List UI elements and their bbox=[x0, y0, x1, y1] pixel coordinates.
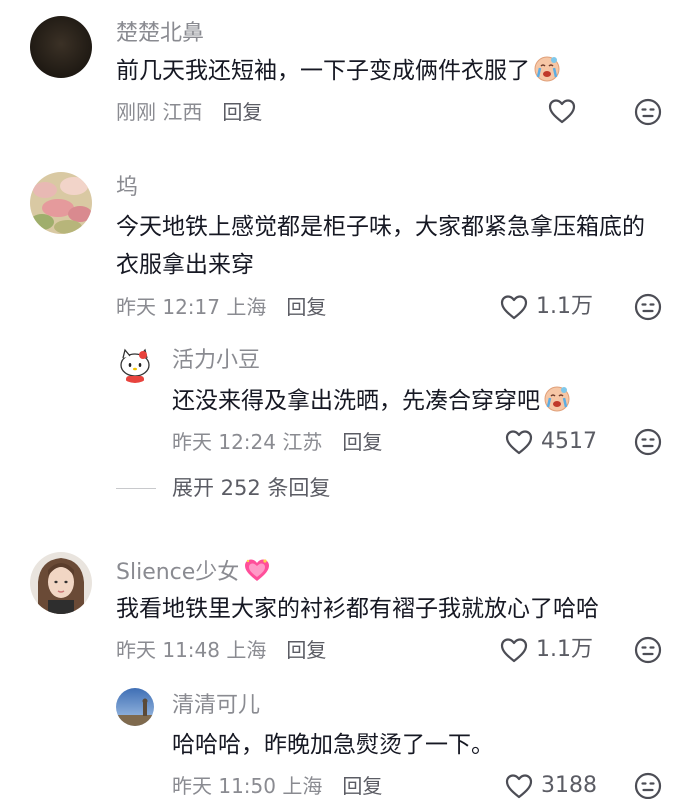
sparkling-heart-icon bbox=[243, 556, 271, 584]
comment-text: 今天地铁上感觉都是柜子味，大家都紧急拿压箱底的衣服拿出来穿 bbox=[116, 214, 645, 278]
divider bbox=[116, 487, 156, 489]
crying-emoji-icon bbox=[532, 53, 562, 83]
crying-emoji-icon bbox=[542, 383, 572, 413]
dislike-face-icon bbox=[634, 636, 662, 664]
reply-button[interactable]: 回复 bbox=[286, 295, 326, 319]
comment-text: 我看地铁里大家的衬衫都有褶子我就放心了哈哈 bbox=[116, 596, 599, 622]
comment-time-location: 昨天 12:17 上海 bbox=[116, 295, 267, 319]
reply-meta: 昨天 11:50 上海 回复 bbox=[172, 772, 382, 799]
like-button[interactable]: 4517 bbox=[505, 428, 597, 456]
reply-time-location: 昨天 11:50 上海 bbox=[172, 774, 323, 798]
comment-2: 坞 今天地铁上感觉都是柜子味，大家都紧急拿压箱底的衣服拿出来穿 昨天 12:17… bbox=[0, 140, 690, 540]
hello-kitty-avatar-image bbox=[116, 345, 154, 383]
like-count: 1.1万 bbox=[536, 294, 593, 319]
comment-1: 楚楚北鼻 前几天我还短袖，一下子变成俩件衣服了 刚刚 江西 回复 bbox=[0, 0, 690, 140]
reply-avatar[interactable] bbox=[116, 688, 154, 726]
avatar-image bbox=[116, 688, 154, 726]
avatar[interactable] bbox=[30, 552, 92, 614]
dislike-face-icon bbox=[634, 428, 662, 456]
heart-outline-icon bbox=[500, 295, 528, 320]
comment-username: Slience少女 bbox=[116, 556, 271, 587]
reply-button[interactable]: 回复 bbox=[342, 774, 382, 798]
reply-time-location: 昨天 12:24 江苏 bbox=[172, 430, 323, 454]
avatar-image bbox=[30, 552, 92, 614]
comment-username[interactable]: 坞 bbox=[116, 174, 138, 202]
reply-button[interactable]: 回复 bbox=[222, 100, 262, 124]
comment-text-body: 前几天我还短袖，一下子变成俩件衣服了 bbox=[116, 58, 530, 84]
reply-text: 哈哈哈，昨晚加急熨烫了一下。 bbox=[172, 732, 494, 758]
avatar[interactable] bbox=[30, 16, 92, 78]
reply-meta: 昨天 12:24 江苏 回复 bbox=[172, 428, 382, 456]
dislike-button[interactable] bbox=[634, 98, 662, 130]
like-count: 4517 bbox=[541, 429, 597, 454]
like-button[interactable] bbox=[548, 98, 576, 124]
reply-text: 还没来得及拿出洗晒，先凑合穿穿吧 bbox=[172, 382, 652, 420]
reply-username[interactable]: 清清可儿 bbox=[172, 692, 260, 720]
dislike-face-icon bbox=[634, 293, 662, 321]
dislike-button[interactable] bbox=[634, 772, 662, 799]
heart-outline-icon bbox=[500, 638, 528, 663]
dislike-button[interactable] bbox=[634, 293, 662, 325]
expand-replies-label: 展开 252 条回复 bbox=[172, 476, 331, 500]
dislike-face-icon bbox=[634, 98, 662, 126]
comment-time-location: 刚刚 江西 bbox=[116, 100, 203, 124]
dislike-button[interactable] bbox=[634, 428, 662, 460]
reply-button[interactable]: 回复 bbox=[286, 638, 326, 662]
dislike-button[interactable] bbox=[634, 636, 662, 668]
like-count: 3188 bbox=[541, 773, 597, 798]
comment-username-text[interactable]: Slience少女 bbox=[116, 560, 239, 585]
reply-avatar[interactable] bbox=[116, 345, 154, 383]
like-button[interactable]: 3188 bbox=[505, 772, 597, 799]
heart-outline-icon bbox=[548, 99, 576, 124]
heart-outline-icon bbox=[505, 430, 533, 455]
comment-time-location: 昨天 11:48 上海 bbox=[116, 638, 267, 662]
avatar[interactable] bbox=[30, 172, 92, 234]
avatar-image bbox=[30, 172, 92, 234]
comment-meta: 昨天 12:17 上海 回复 bbox=[116, 293, 326, 321]
like-count: 1.1万 bbox=[536, 637, 593, 662]
comment-text: 前几天我还短袖，一下子变成俩件衣服了 bbox=[116, 52, 636, 90]
comment-meta: 昨天 11:48 上海 回复 bbox=[116, 636, 326, 664]
dislike-face-icon bbox=[634, 772, 662, 799]
comment-meta: 刚刚 江西 回复 bbox=[116, 98, 262, 126]
expand-replies-button[interactable]: 展开 252 条回复 bbox=[116, 474, 330, 502]
reply-text-body: 还没来得及拿出洗晒，先凑合穿穿吧 bbox=[172, 388, 540, 414]
avatar-image bbox=[30, 16, 92, 78]
reply-button[interactable]: 回复 bbox=[342, 430, 382, 454]
like-button[interactable]: 1.1万 bbox=[500, 293, 593, 321]
comment-3: Slience少女 我看地铁里大家的衬衫都有褶子我就放心了哈哈 昨天 11:48… bbox=[0, 540, 690, 799]
comment-username[interactable]: 楚楚北鼻 bbox=[116, 20, 204, 48]
heart-outline-icon bbox=[505, 774, 533, 799]
like-button[interactable]: 1.1万 bbox=[500, 636, 593, 664]
reply-username[interactable]: 活力小豆 bbox=[172, 347, 260, 375]
